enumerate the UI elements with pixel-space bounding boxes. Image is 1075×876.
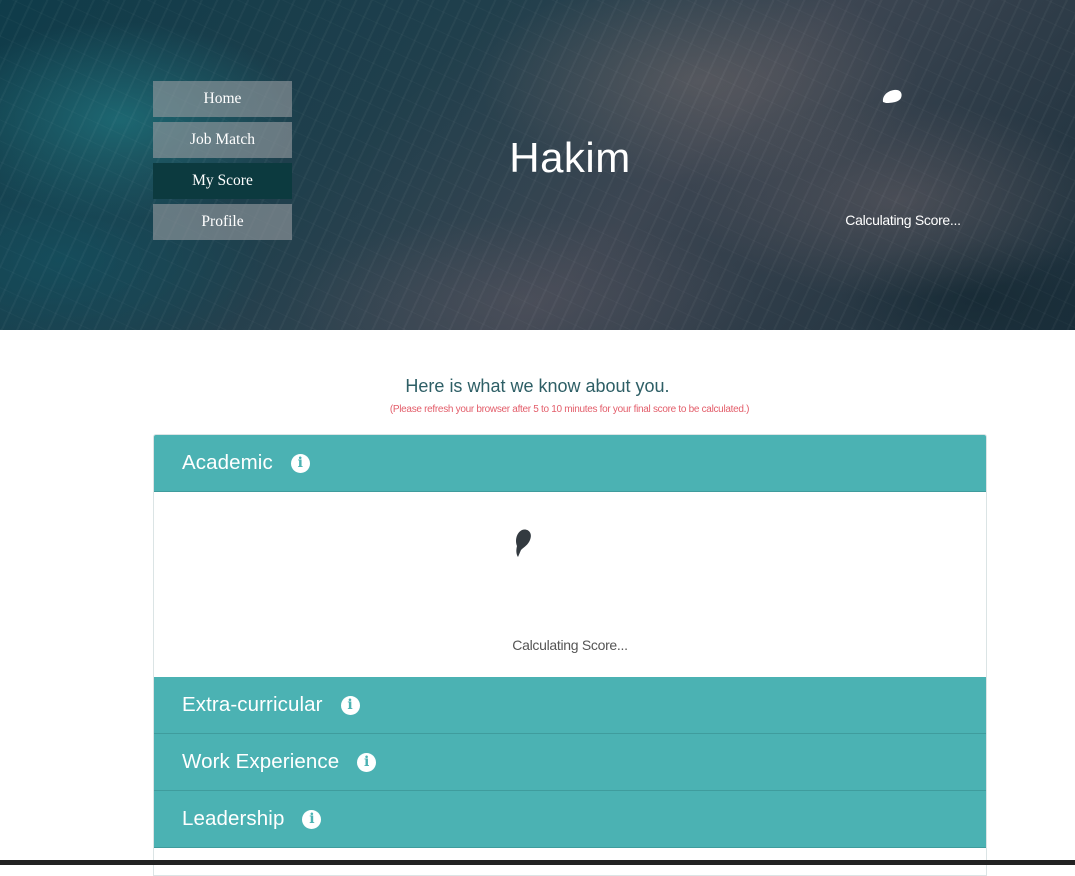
section-leadership-header[interactable]: Leadership i [154,791,986,848]
section-academic-header[interactable]: Academic i [154,435,986,492]
nav-my-score-button[interactable]: My Score [153,163,292,199]
section-title: Extra-curricular [182,693,323,716]
window-bottom-edge [0,860,1075,865]
refresh-note: (Please refresh your browser after 5 to … [389,404,750,415]
spinner-icon [516,529,531,557]
info-icon[interactable]: i [340,695,360,715]
hero-score-status: Calculating Score... [845,212,961,228]
nav-home-button[interactable]: Home [153,81,292,117]
spinner-icon [882,89,902,103]
score-accordion: Academic i Calculating Score... Extra-cu… [153,434,987,876]
user-name-heading: Hakim [509,134,631,181]
section-title: Academic [182,451,273,474]
section-academic-body: Calculating Score... [154,492,986,677]
side-nav: Home Job Match My Score Profile [153,81,292,245]
section-title: Work Experience [182,750,340,773]
intro-text: Here is what we know about you. [405,376,670,396]
section-score-status: Calculating Score... [512,637,628,653]
hero-banner: Home Job Match My Score Profile Hakim Ca… [0,0,1075,330]
info-icon[interactable]: i [357,752,377,772]
info-icon[interactable]: i [290,453,310,473]
nav-job-match-button[interactable]: Job Match [153,122,292,158]
section-extra-curricular-header[interactable]: Extra-curricular i [154,677,986,734]
nav-profile-button[interactable]: Profile [153,204,292,240]
section-title: Leadership [182,807,285,830]
section-work-experience-header[interactable]: Work Experience i [154,734,986,791]
info-icon[interactable]: i [302,809,322,829]
